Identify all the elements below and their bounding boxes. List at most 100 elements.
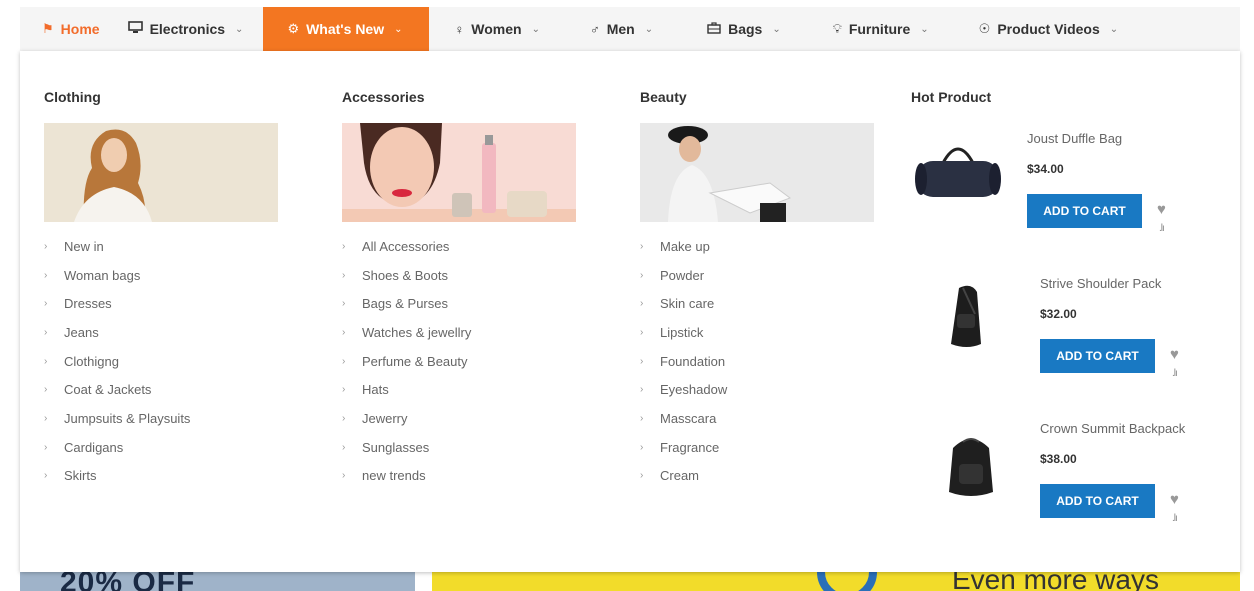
chevron-right-icon: ›	[44, 412, 48, 424]
accessories-banner-image[interactable]	[342, 123, 576, 222]
compare-icon[interactable]: .lı	[1159, 223, 1165, 234]
beauty-link-list: › Make up › Powder › Skin care › Lipstick › F…	[640, 232, 874, 490]
list-item[interactable]: › Clothigng	[44, 347, 278, 376]
chevron-right-icon: ›	[342, 470, 346, 482]
man-icon: ♂	[589, 21, 600, 37]
promo-banner-left-text: 20% OFF	[60, 572, 196, 591]
wishlist-heart-icon[interactable]: ♥	[1170, 491, 1179, 508]
list-item[interactable]: › Fragrance	[640, 433, 874, 462]
list-item[interactable]: › Watches & jewellry	[342, 318, 576, 347]
list-item[interactable]: › Cardigans	[44, 433, 278, 462]
product-name[interactable]: Joust Duffle Bag	[1027, 131, 1122, 146]
chevron-right-icon: ›	[342, 412, 346, 424]
list-item[interactable]: › New in	[44, 232, 278, 261]
nav-label-women: Women	[471, 21, 522, 37]
compare-icon[interactable]: .lı	[1172, 513, 1178, 524]
clothing-link-list: › New in › Woman bags › Dresses › Jeans › Clo…	[44, 232, 278, 490]
list-item[interactable]: › Make up	[640, 232, 874, 261]
add-to-cart-button[interactable]: ADD TO CART	[1027, 194, 1142, 228]
nav-item-women[interactable]: ♀ Women ⌄	[429, 7, 566, 51]
play-icon: ☉	[978, 21, 991, 36]
list-item[interactable]: › new trends	[342, 462, 576, 491]
chevron-down-icon: ⌄	[920, 23, 929, 35]
list-item[interactable]: › Hats	[342, 375, 576, 404]
chevron-right-icon: ›	[44, 384, 48, 396]
nav-item-whats-new[interactable]: ⚙ What's New ⌄	[263, 7, 429, 51]
list-item[interactable]: › Sunglasses	[342, 433, 576, 462]
chevron-right-icon: ›	[640, 412, 644, 424]
product-card: Joust Duffle Bag $34.00 ADD TO CART ♥ .l…	[911, 119, 1231, 239]
promo-banner-left[interactable]: 20% OFF	[20, 572, 415, 591]
list-item[interactable]: › Cream	[640, 462, 874, 491]
wishlist-heart-icon[interactable]: ♥	[1170, 346, 1179, 363]
accessories-link-list: › All Accessories › Shoes & Boots › Bags & …	[342, 232, 576, 490]
list-item[interactable]: › Coat & Jackets	[44, 375, 278, 404]
promo-banner-right[interactable]: Even more ways	[432, 572, 1240, 591]
chevron-right-icon: ›	[44, 470, 48, 482]
wishlist-heart-icon[interactable]: ♥	[1157, 201, 1166, 218]
woman-icon: ♀	[454, 21, 465, 37]
chevron-right-icon: ›	[640, 240, 644, 252]
list-item[interactable]: › Bags & Purses	[342, 289, 576, 318]
list-item[interactable]: › Perfume & Beauty	[342, 347, 576, 376]
chevron-right-icon: ›	[342, 355, 346, 367]
chevron-down-icon: ⌄	[772, 23, 781, 35]
nav-label-whats-new: What's New	[306, 21, 385, 37]
list-item[interactable]: › Dresses	[44, 289, 278, 318]
nav-label-electronics: Electronics	[149, 21, 226, 37]
gear-icon: ⚙	[287, 21, 300, 36]
product-price: $34.00	[1027, 162, 1064, 176]
list-item[interactable]: › Skin care	[640, 289, 874, 318]
chevron-right-icon: ›	[640, 441, 644, 453]
beauty-banner-image[interactable]	[640, 123, 874, 222]
list-item[interactable]: › Shoes & Boots	[342, 261, 576, 290]
product-card: Crown Summit Backpack $38.00 ADD TO CART…	[911, 409, 1231, 529]
chevron-right-icon: ›	[44, 441, 48, 453]
chevron-right-icon: ›	[44, 326, 48, 338]
list-item[interactable]: › Eyeshadow	[640, 375, 874, 404]
list-item[interactable]: › Masscara	[640, 404, 874, 433]
chevron-right-icon: ›	[640, 384, 644, 396]
chevron-right-icon: ›	[44, 298, 48, 310]
column-title: Clothing	[44, 89, 101, 105]
list-item[interactable]: › Skirts	[44, 462, 278, 491]
nav-item-home[interactable]: ⚑ Home	[20, 7, 122, 51]
chevron-right-icon: ›	[342, 441, 346, 453]
add-to-cart-button[interactable]: ADD TO CART	[1040, 484, 1155, 518]
list-item[interactable]: › All Accessories	[342, 232, 576, 261]
product-image[interactable]	[943, 434, 999, 505]
nav-item-furniture[interactable]: 💡︎ Furniture ⌄	[809, 7, 959, 51]
clothing-banner-image[interactable]	[44, 123, 278, 222]
nav-label-men: Men	[606, 21, 635, 37]
product-name[interactable]: Strive Shoulder Pack	[1040, 276, 1161, 291]
list-item[interactable]: › Lipstick	[640, 318, 874, 347]
list-item[interactable]: › Jewerry	[342, 404, 576, 433]
list-item[interactable]: › Jumpsuits & Playsuits	[44, 404, 278, 433]
nav-item-product-videos[interactable]: ☉ Product Videos ⌄	[959, 7, 1138, 51]
nav-item-bags[interactable]: Bags ⌄	[681, 7, 809, 51]
chevron-right-icon: ›	[640, 355, 644, 367]
nav-label-product-videos: Product Videos	[997, 21, 1100, 37]
product-price: $38.00	[1040, 452, 1077, 466]
product-image[interactable]	[941, 284, 991, 355]
chevron-right-icon: ›	[44, 355, 48, 367]
nav-item-electronics[interactable]: Electronics ⌄	[122, 7, 264, 51]
promo-ring-graphic	[817, 572, 877, 591]
product-image[interactable]	[913, 141, 1003, 206]
hot-product-title: Hot Product	[911, 89, 992, 105]
main-nav: ⚑ Home Electronics ⌄ ⚙ What's New ⌄ ♀ Wo…	[20, 7, 1240, 51]
list-item[interactable]: › Woman bags	[44, 261, 278, 290]
add-to-cart-button[interactable]: ADD TO CART	[1040, 339, 1155, 373]
compare-icon[interactable]: .lı	[1172, 368, 1178, 379]
list-item[interactable]: › Jeans	[44, 318, 278, 347]
list-item[interactable]: › Foundation	[640, 347, 874, 376]
chevron-down-icon: ⌄	[531, 23, 540, 35]
column-title: Beauty	[640, 89, 687, 105]
product-name[interactable]: Crown Summit Backpack	[1040, 421, 1185, 436]
monitor-icon	[127, 21, 143, 37]
nav-item-men[interactable]: ♂ Men ⌄	[566, 7, 681, 51]
whats-new-dropdown: Clothing › New in › Woman bags › Dresses › J…	[20, 51, 1240, 572]
briefcase-icon	[707, 21, 721, 37]
column-beauty: Beauty › Make up › Powder › Skin care › Lips…	[640, 89, 874, 490]
list-item[interactable]: › Powder	[640, 261, 874, 290]
